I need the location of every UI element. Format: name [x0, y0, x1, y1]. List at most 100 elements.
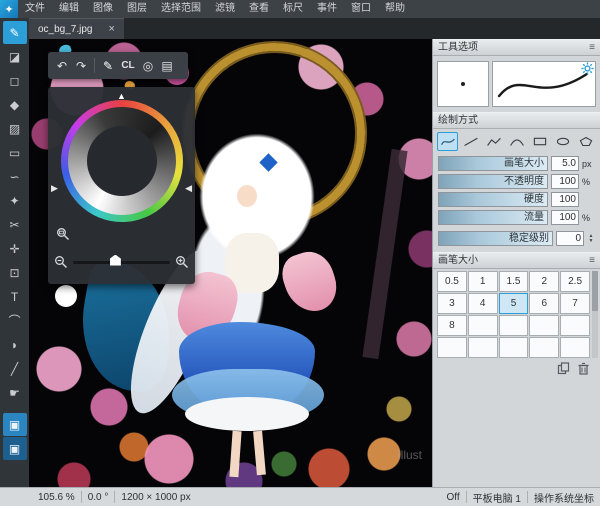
brush-size-cell[interactable] — [529, 337, 560, 358]
brush-size-cell[interactable]: 4 — [467, 293, 498, 314]
brush-size-cell[interactable]: 3 — [437, 293, 467, 314]
menu-item-file[interactable]: 文件 — [18, 0, 52, 18]
nav-left-icon[interactable]: ▶ — [51, 183, 58, 194]
zoom-slider-handle[interactable] — [109, 254, 121, 266]
zoom-slider[interactable] — [73, 254, 170, 266]
tool-eraser[interactable]: ◪ — [3, 45, 27, 68]
nav-right-icon[interactable]: ◀ — [185, 183, 192, 194]
tool-text[interactable]: T — [3, 285, 27, 308]
zoom-out-icon[interactable] — [54, 255, 68, 269]
wheel-pointer-icon[interactable]: ▲ — [117, 91, 126, 101]
draw-mode-bezier[interactable] — [506, 132, 527, 151]
draw-mode-ellipse[interactable] — [552, 132, 573, 151]
brush-size-cell[interactable] — [529, 315, 560, 336]
tool-move[interactable]: ✛ — [3, 237, 27, 260]
coordinate-mode[interactable]: 操作系统坐标 — [528, 490, 600, 505]
brush-size-cell[interactable] — [467, 315, 498, 336]
hue-ring[interactable] — [61, 100, 183, 222]
draw-mode-polyline[interactable] — [483, 132, 504, 151]
stabilizer-slider[interactable]: 稳定级别 — [438, 231, 553, 246]
tool-bucket[interactable]: ◆ — [3, 93, 27, 116]
tool-magic-wand[interactable]: ✦ — [3, 189, 27, 212]
delete-brush-icon[interactable] — [577, 362, 590, 375]
tool-options-menu-icon[interactable]: ≡ — [589, 40, 595, 55]
draw-mode-polygon[interactable] — [575, 132, 596, 151]
menu-item-event[interactable]: 事件 — [310, 0, 344, 18]
zoom-level[interactable]: 105.6 % — [32, 492, 81, 503]
tool-brush[interactable]: ✎ — [2, 21, 27, 44]
rotation-angle[interactable]: 0.0 ° — [82, 492, 115, 503]
document-tab[interactable]: oc_bg_7.jpg × — [29, 18, 124, 39]
brush-size-cell[interactable] — [498, 315, 529, 336]
menu-item-view[interactable]: 查看 — [242, 0, 276, 18]
brush-size-cell[interactable]: 7 — [560, 293, 590, 314]
tablet-mode[interactable]: 平板电脑 1 — [467, 490, 527, 505]
tool-divide[interactable]: ╱ — [3, 357, 27, 380]
brush-grid-scrollbar[interactable] — [592, 271, 598, 358]
brush-size-cell[interactable]: 1.5 — [498, 271, 529, 292]
draw-mode-freehand[interactable] — [437, 132, 458, 151]
crosshair-icon[interactable]: ◎ — [140, 59, 156, 73]
brush-size-value[interactable]: 5.0 — [551, 156, 579, 171]
brush-size-cell[interactable]: 6 — [529, 293, 560, 314]
pen-icon[interactable]: ✎ — [100, 59, 116, 73]
hardness-slider[interactable]: 硬度 — [438, 192, 548, 207]
app-logo-icon[interactable]: ✦ — [0, 0, 18, 18]
menu-item-ruler[interactable]: 标尺 — [276, 0, 310, 18]
brush-size-cell[interactable] — [498, 337, 529, 358]
tool-select-rect[interactable]: ▭ — [3, 141, 27, 164]
brightness-ring[interactable] — [68, 107, 176, 215]
floating-toolbar: ↶ ↷ ✎ CL ◎ ▤ — [48, 52, 188, 79]
brush-size-cell[interactable]: 1 — [467, 271, 498, 292]
brush-size-cell[interactable] — [560, 315, 590, 336]
menu-item-help[interactable]: 帮助 — [378, 0, 412, 18]
menu-item-edit[interactable]: 编辑 — [52, 0, 86, 18]
brush-size-cell[interactable]: 0.5 — [437, 271, 467, 292]
stabilizer-spinner: ▲ ▼ — [587, 233, 595, 244]
brush-size-cell[interactable]: 8 — [437, 315, 467, 336]
menu-item-select[interactable]: 选择范围 — [154, 0, 208, 18]
brush-size-cell[interactable] — [437, 337, 467, 358]
pen-pressure-status[interactable]: Off — [441, 492, 466, 503]
tool-scissors[interactable]: ✂ — [3, 213, 27, 236]
brush-size-cell[interactable]: 2.5 — [560, 271, 590, 292]
tool-gradient[interactable]: ▨ — [3, 117, 27, 140]
brush-size-slider[interactable]: 画笔大小 — [438, 156, 548, 171]
screen-mode-icon[interactable]: ▤ — [159, 59, 175, 73]
zoom-fit-icon[interactable] — [56, 227, 70, 241]
hardness-value[interactable]: 100 — [551, 192, 579, 207]
opacity-slider[interactable]: 不透明度 — [438, 174, 548, 189]
menu-item-window[interactable]: 窗口 — [344, 0, 378, 18]
brush-size-cell[interactable] — [560, 337, 590, 358]
duplicate-brush-icon[interactable] — [557, 362, 570, 375]
stabilizer-value[interactable]: 0 — [556, 231, 584, 246]
tool-lasso[interactable]: ∽ — [3, 165, 27, 188]
brush-size-cell-selected[interactable]: 5 — [498, 293, 529, 314]
clear-button[interactable]: CL — [119, 60, 137, 71]
menu-item-image[interactable]: 图像 — [86, 0, 120, 18]
gear-icon[interactable] — [581, 62, 594, 75]
tool-hand[interactable]: ☛ — [3, 381, 27, 404]
brush-size-cell[interactable]: 2 — [529, 271, 560, 292]
flow-slider[interactable]: 流量 — [438, 210, 548, 225]
undo-icon[interactable]: ↶ — [54, 59, 70, 73]
tool-pen-square[interactable]: ◻ — [3, 69, 27, 92]
flow-value[interactable]: 100 — [551, 210, 579, 225]
brush-size-cell[interactable] — [467, 337, 498, 358]
opacity-value[interactable]: 100 — [551, 174, 579, 189]
tool-panel-snap-1[interactable]: ▣ — [2, 413, 27, 436]
tab-close-icon[interactable]: × — [109, 23, 115, 35]
zoom-in-icon[interactable] — [175, 255, 189, 269]
draw-mode-rect[interactable] — [529, 132, 550, 151]
menu-item-layer[interactable]: 图层 — [120, 0, 154, 18]
brush-grid-scroll-thumb[interactable] — [592, 271, 598, 311]
menu-item-filter[interactable]: 滤镜 — [208, 0, 242, 18]
redo-icon[interactable]: ↷ — [73, 59, 89, 73]
tool-transform[interactable]: ⊡ — [3, 261, 27, 284]
tool-eyedropper[interactable]: ◗ — [3, 333, 27, 356]
tool-panel-snap-2[interactable]: ▣ — [2, 437, 27, 460]
draw-mode-line[interactable] — [460, 132, 481, 151]
tool-curve[interactable]: ⌒ — [3, 309, 27, 332]
brush-panel-menu-icon[interactable]: ≡ — [589, 253, 595, 268]
spinner-down-icon[interactable]: ▼ — [587, 238, 595, 244]
